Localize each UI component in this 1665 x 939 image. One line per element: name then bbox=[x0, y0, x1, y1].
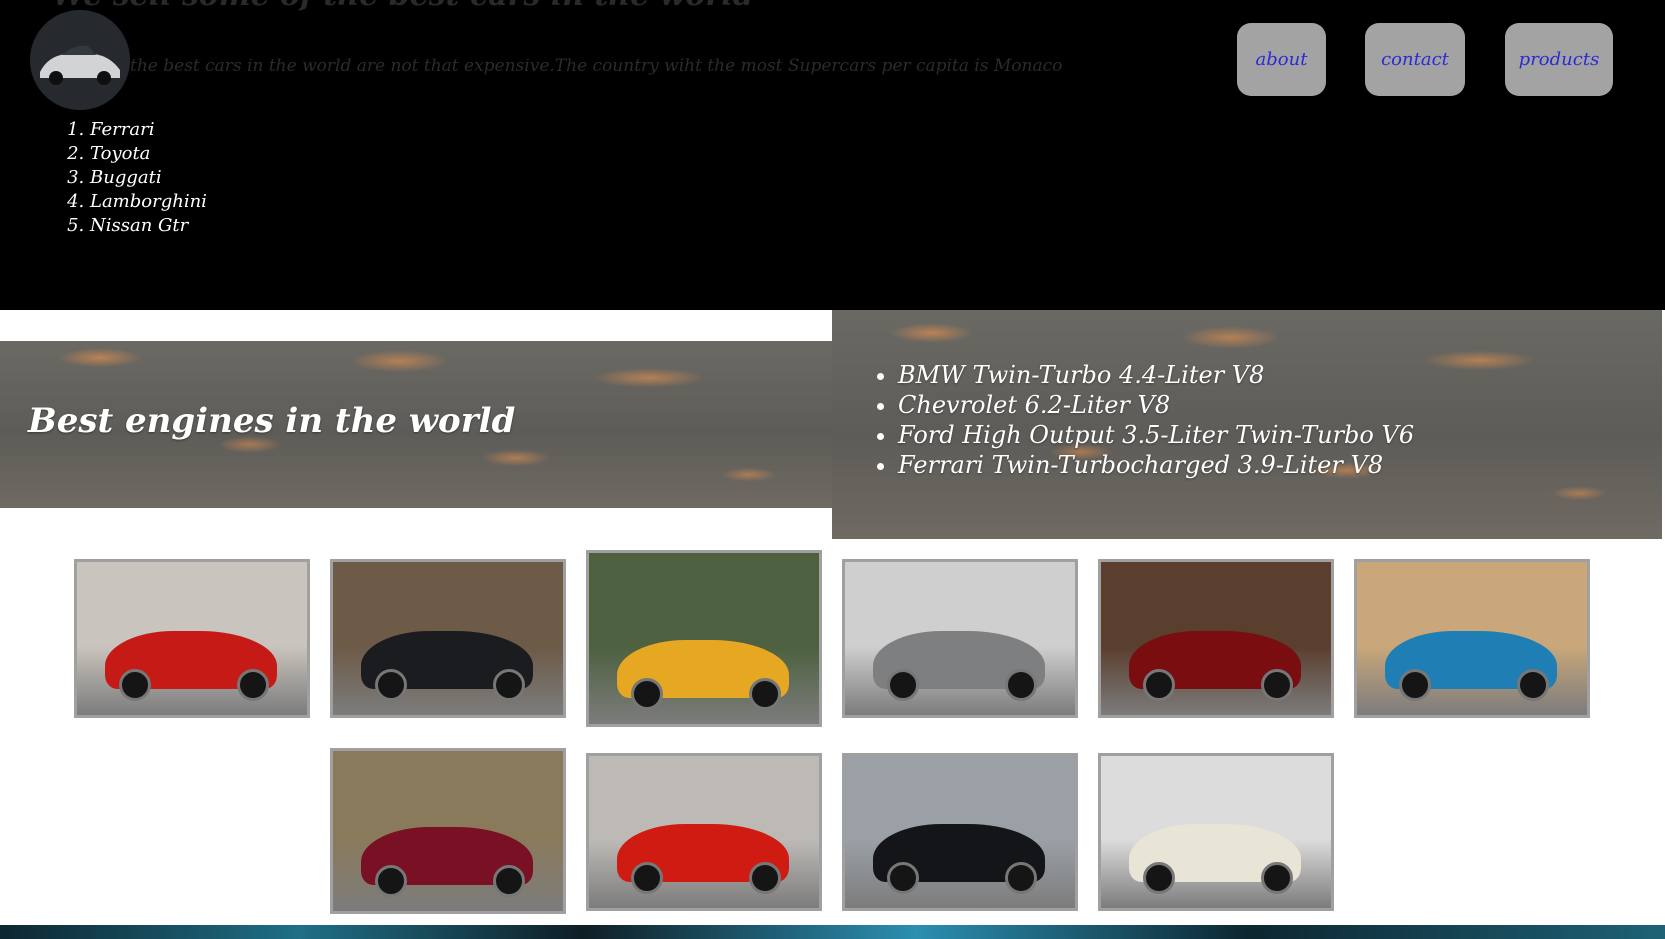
page-headline: We sell some of the best cars in the wor… bbox=[52, 0, 754, 13]
list-item: Ford High Output 3.5-Liter Twin-Turbo V6 bbox=[898, 420, 1414, 450]
site-header: We sell some of the best cars in the wor… bbox=[0, 0, 1665, 310]
about-button[interactable]: about bbox=[1237, 23, 1326, 96]
gallery-image[interactable] bbox=[1354, 559, 1590, 718]
wheel-shape bbox=[1005, 862, 1037, 894]
wheel-shape bbox=[375, 669, 407, 701]
list-item: Ferrari bbox=[90, 118, 207, 142]
wheel-shape bbox=[1143, 669, 1175, 701]
gallery-image[interactable] bbox=[842, 753, 1078, 911]
gallery-image[interactable] bbox=[586, 753, 822, 911]
engine-list: BMW Twin-Turbo 4.4-Liter V8 Chevrolet 6.… bbox=[882, 360, 1414, 480]
products-button[interactable]: products bbox=[1505, 23, 1613, 96]
gallery-image[interactable] bbox=[586, 550, 822, 727]
tagline: the best cars in the world are not that … bbox=[130, 56, 1063, 76]
list-item: Toyota bbox=[90, 142, 207, 166]
list-item: Ferrari Twin-Turbocharged 3.9-Liter V8 bbox=[898, 450, 1414, 480]
list-item: BMW Twin-Turbo 4.4-Liter V8 bbox=[898, 360, 1414, 390]
gallery-image[interactable] bbox=[1098, 753, 1334, 911]
brand-list: Ferrari Toyota Buggati Lamborghini Nissa… bbox=[68, 118, 207, 238]
wheel-shape bbox=[631, 678, 663, 710]
wheel-shape bbox=[1261, 862, 1293, 894]
wheel-shape bbox=[631, 862, 663, 894]
section-title: Best engines in the world bbox=[28, 401, 516, 441]
wheel-shape bbox=[887, 862, 919, 894]
list-item: Lamborghini bbox=[90, 190, 207, 214]
wheel-shape bbox=[1143, 862, 1175, 894]
wheel-shape bbox=[749, 678, 781, 710]
wheel-shape bbox=[493, 865, 525, 897]
gallery-image[interactable] bbox=[842, 559, 1078, 718]
list-item: Buggati bbox=[90, 166, 207, 190]
wheel-shape bbox=[1005, 669, 1037, 701]
wheel-shape bbox=[1517, 669, 1549, 701]
engines-title-panel: Best engines in the world bbox=[0, 341, 832, 508]
wheel-shape bbox=[749, 862, 781, 894]
gallery-image[interactable] bbox=[74, 559, 310, 718]
footer-image-strip bbox=[0, 925, 1665, 939]
logo-car-image bbox=[30, 10, 130, 110]
wheel-shape bbox=[375, 865, 407, 897]
wheel-shape bbox=[237, 669, 269, 701]
wheel-shape bbox=[493, 669, 525, 701]
gallery-image[interactable] bbox=[330, 748, 566, 914]
contact-button[interactable]: contact bbox=[1365, 23, 1465, 96]
wheel-shape bbox=[887, 669, 919, 701]
gallery-image[interactable] bbox=[330, 559, 566, 718]
engines-list-panel: BMW Twin-Turbo 4.4-Liter V8 Chevrolet 6.… bbox=[832, 310, 1662, 539]
list-item: Nissan Gtr bbox=[90, 214, 207, 238]
wheel-shape bbox=[1261, 669, 1293, 701]
gallery-image[interactable] bbox=[1098, 559, 1334, 718]
wheel-shape bbox=[119, 669, 151, 701]
list-item: Chevrolet 6.2-Liter V8 bbox=[898, 390, 1414, 420]
wheel-shape bbox=[1399, 669, 1431, 701]
